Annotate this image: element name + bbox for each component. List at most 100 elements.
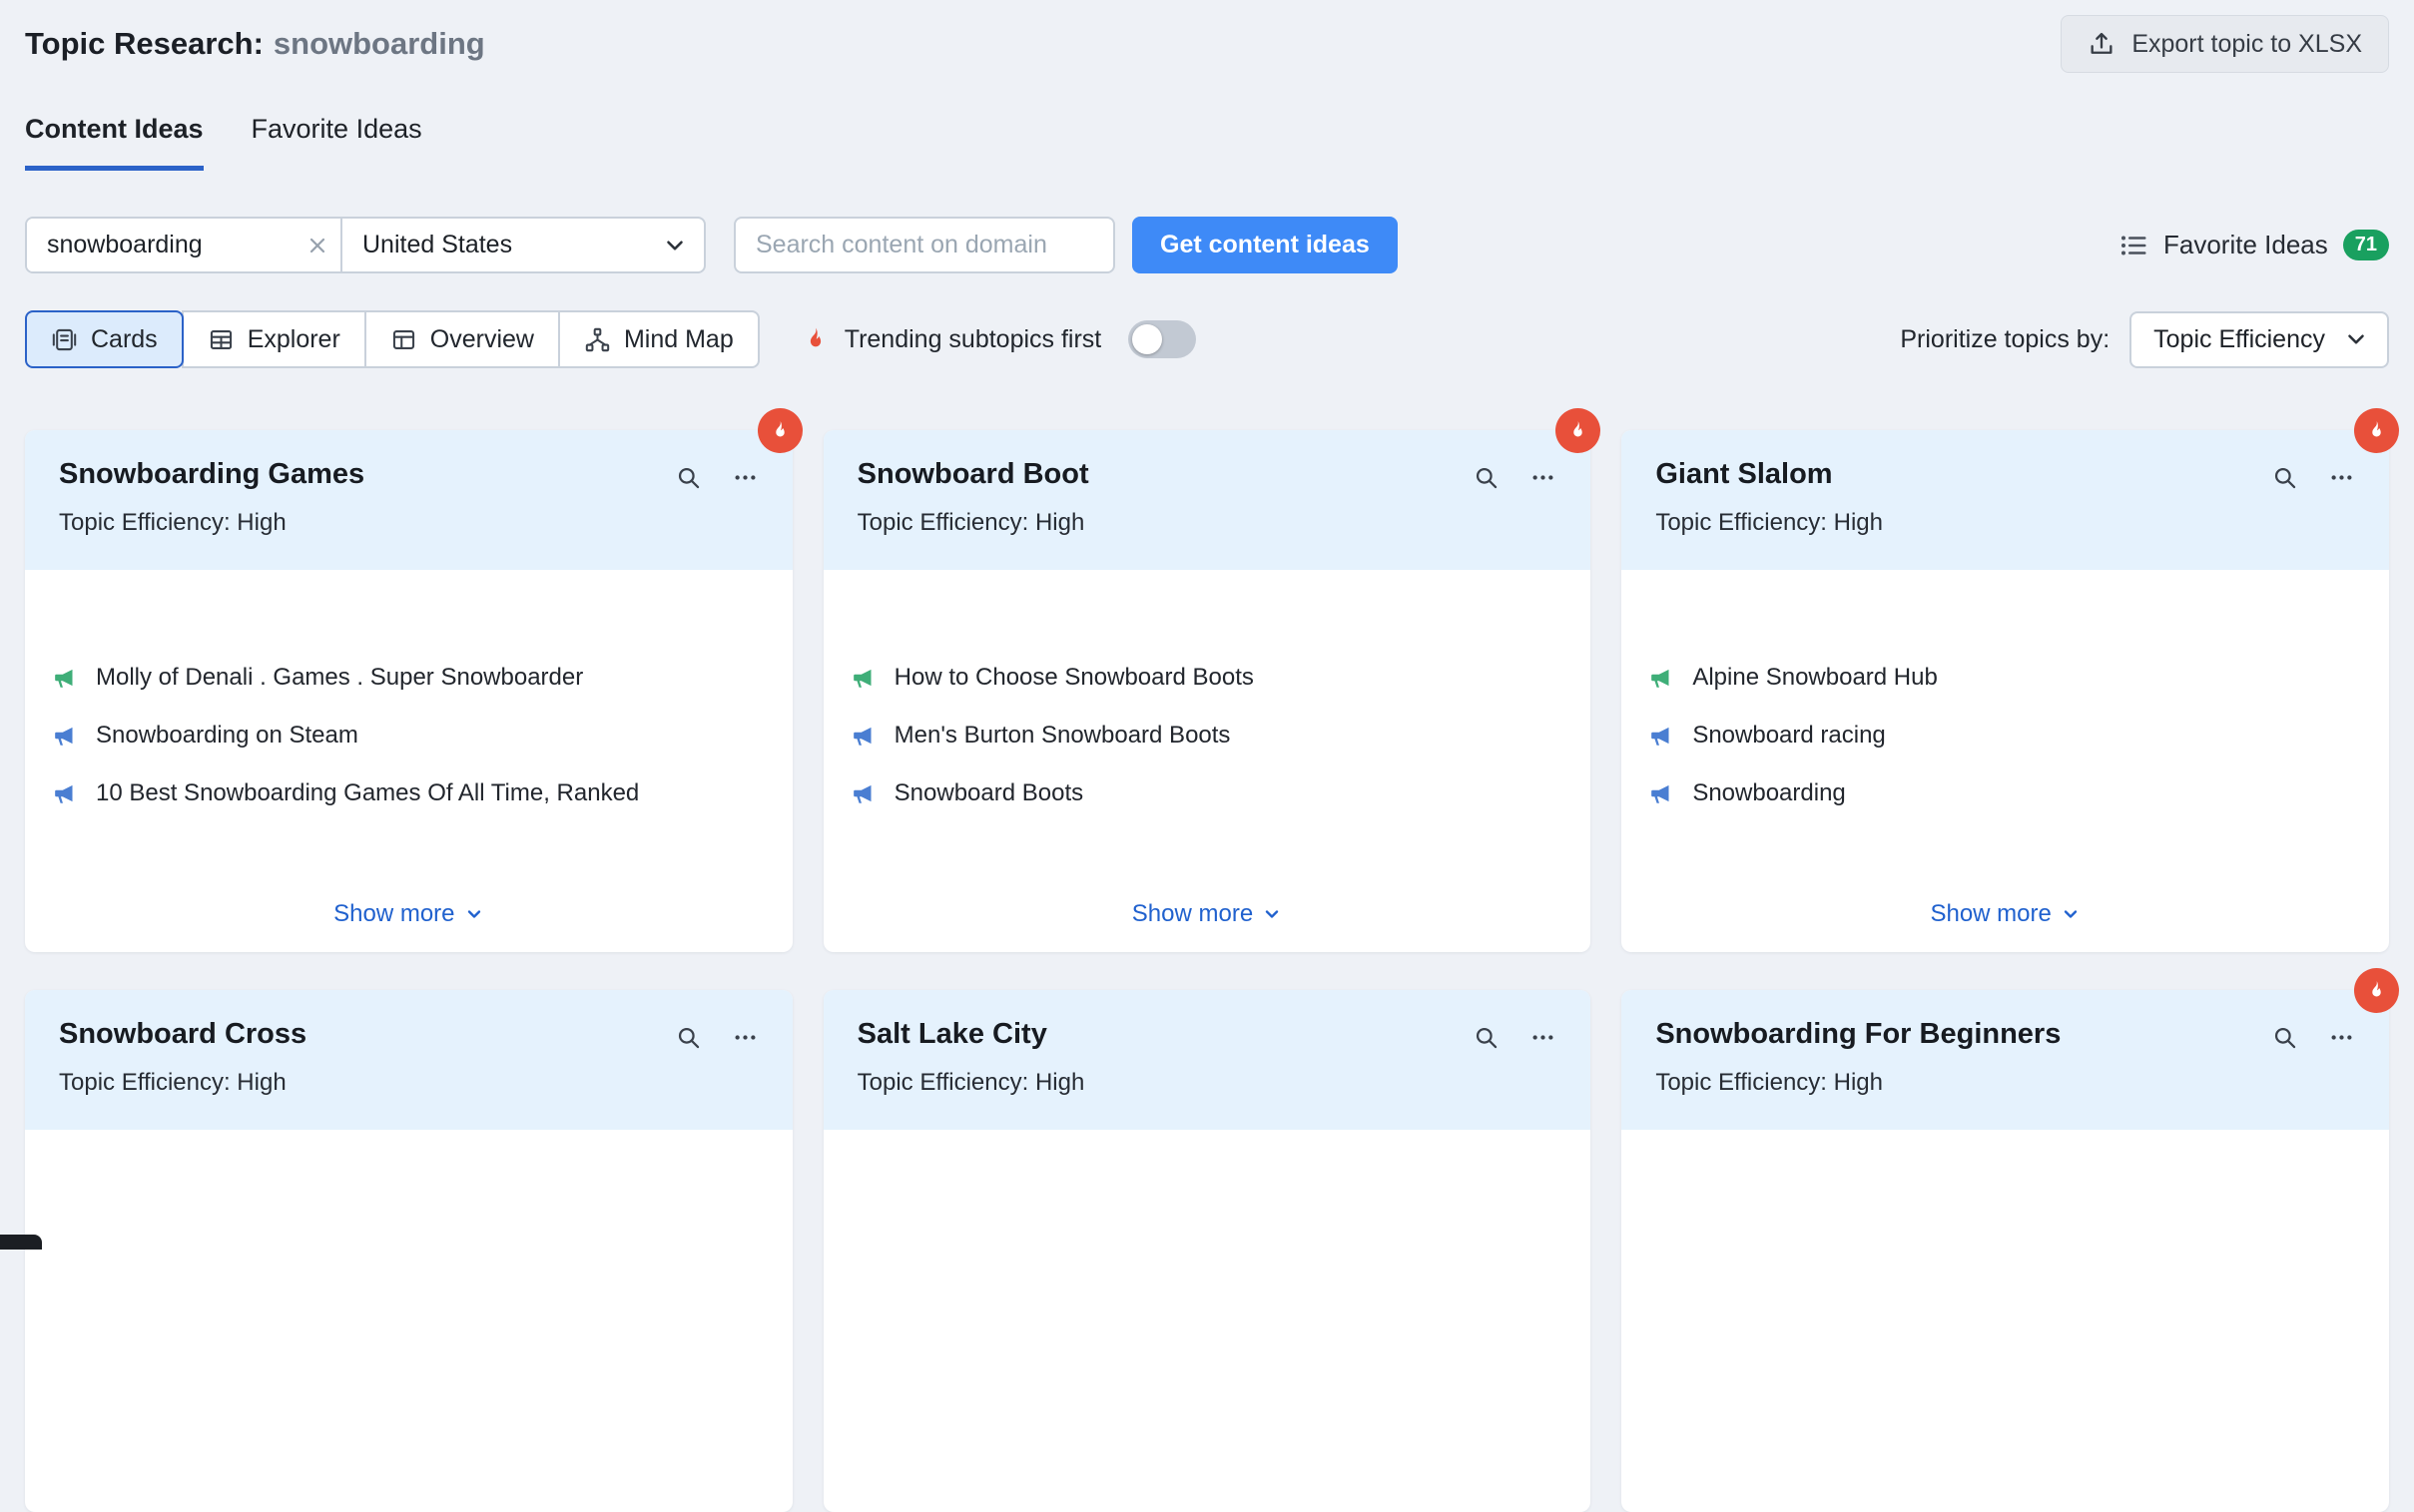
prioritize-control: Prioritize topics by: Topic Efficiency: [1900, 311, 2389, 368]
view-mindmap-button[interactable]: Mind Map: [558, 310, 760, 368]
headline-item[interactable]: Snowboarding on Steam: [53, 722, 759, 750]
trending-toggle[interactable]: [1128, 320, 1196, 358]
prioritize-select[interactable]: Topic Efficiency: [2129, 311, 2389, 368]
card-body: Alpine Snowboard Hub Snowboard racing Sn…: [1621, 570, 2389, 952]
item-label: 10 Best Snowboarding Games Of All Time, …: [96, 779, 639, 807]
item-label: Alpine Snowboard Hub: [1692, 664, 1938, 692]
view-mindmap-label: Mind Map: [624, 325, 734, 354]
item-label: Men's Burton Snowboard Boots: [895, 722, 1231, 750]
card-items: Molly of Denali . Games . Super Snowboar…: [25, 570, 793, 807]
card-search-icon[interactable]: [1473, 464, 1500, 491]
trending-control: Trending subtopics first: [802, 320, 1197, 358]
tab-favorite-ideas[interactable]: Favorite Ideas: [252, 112, 422, 171]
card-title[interactable]: Snowboard Boot: [858, 458, 1089, 491]
overview-view-icon: [390, 326, 417, 353]
trending-badge: [2354, 408, 2399, 453]
card-search-icon[interactable]: [675, 464, 702, 491]
topic-card: Snowboard Boot Topic Efficiency: High Ho…: [824, 430, 1591, 952]
card-header-text: Snowboarding For Beginners Topic Efficie…: [1655, 1018, 2061, 1130]
topic-card: Snowboarding Games Topic Efficiency: Hig…: [25, 430, 793, 952]
export-button[interactable]: Export topic to XLSX: [2061, 15, 2389, 73]
view-cards-button[interactable]: Cards: [25, 310, 184, 368]
headline-item[interactable]: Snowboard racing: [1649, 722, 2355, 750]
trending-badge: [1555, 408, 1600, 453]
flame-icon: [2365, 979, 2388, 1002]
show-more-label: Show more: [1930, 900, 2051, 928]
card-search-icon[interactable]: [2271, 464, 2298, 491]
card-menu-icon[interactable]: [1529, 1024, 1556, 1051]
card-header: Snowboard Boot Topic Efficiency: High: [824, 430, 1591, 570]
card-efficiency: Topic Efficiency: High: [1655, 1069, 2061, 1097]
card-search-icon[interactable]: [1473, 1024, 1500, 1051]
search-row: United States Get content ideas Favorite…: [25, 217, 2389, 273]
card-search-icon[interactable]: [2271, 1024, 2298, 1051]
card-search-icon[interactable]: [675, 1024, 702, 1051]
topic-card: Salt Lake City Topic Efficiency: High: [824, 990, 1591, 1512]
trending-badge: [2354, 968, 2399, 1013]
card-menu-icon[interactable]: [732, 464, 759, 491]
clear-icon[interactable]: [295, 219, 340, 271]
flame-icon: [802, 325, 830, 353]
chevron-down-icon: [662, 233, 688, 258]
headline-item[interactable]: Alpine Snowboard Hub: [1649, 664, 2355, 692]
topic-card: Snowboarding For Beginners Topic Efficie…: [1621, 990, 2389, 1512]
page-title-topic: snowboarding: [274, 26, 485, 61]
card-items: Alpine Snowboard Hub Snowboard racing Sn…: [1621, 570, 2389, 807]
card-menu-icon[interactable]: [2328, 1024, 2355, 1051]
favorite-ideas-link[interactable]: Favorite Ideas 71: [2118, 230, 2389, 260]
card-actions: [675, 1018, 759, 1130]
card-body: [25, 1130, 793, 1512]
headline-item[interactable]: Molly of Denali . Games . Super Snowboar…: [53, 664, 759, 692]
view-cards-label: Cards: [91, 325, 158, 354]
headline-item[interactable]: 10 Best Snowboarding Games Of All Time, …: [53, 779, 759, 807]
get-content-ideas-button[interactable]: Get content ideas: [1132, 217, 1398, 273]
view-overview-button[interactable]: Overview: [364, 310, 560, 368]
chevron-down-icon: [2343, 326, 2369, 352]
card-body: [824, 1130, 1591, 1512]
chevron-down-icon: [2061, 904, 2081, 924]
card-title[interactable]: Snowboarding For Beginners: [1655, 1018, 2061, 1051]
show-more-link[interactable]: Show more: [1930, 900, 2080, 928]
trending-label: Trending subtopics first: [845, 325, 1102, 354]
show-more-link[interactable]: Show more: [1132, 900, 1282, 928]
topic-research-page: Topic Research:snowboarding Export topic…: [0, 0, 2414, 1250]
card-efficiency: Topic Efficiency: High: [858, 509, 1089, 537]
headline-item[interactable]: Men's Burton Snowboard Boots: [852, 722, 1557, 750]
card-title[interactable]: Giant Slalom: [1655, 458, 1883, 491]
bottom-widget[interactable]: [0, 1235, 42, 1250]
card-header-text: Snowboard Boot Topic Efficiency: High: [858, 458, 1089, 570]
card-title[interactable]: Snowboarding Games: [59, 458, 364, 491]
headline-item[interactable]: How to Choose Snowboard Boots: [852, 664, 1557, 692]
card-items: How to Choose Snowboard Boots Men's Burt…: [824, 570, 1591, 807]
megaphone-icon: [53, 780, 79, 806]
card-efficiency: Topic Efficiency: High: [59, 1069, 306, 1097]
headline-item[interactable]: Snowboarding: [1649, 779, 2355, 807]
card-title[interactable]: Snowboard Cross: [59, 1018, 306, 1051]
card-menu-icon[interactable]: [732, 1024, 759, 1051]
topic-card: Giant Slalom Topic Efficiency: High Alpi…: [1621, 430, 2389, 952]
favorites-label: Favorite Ideas: [2163, 230, 2328, 260]
card-header: Snowboarding For Beginners Topic Efficie…: [1621, 990, 2389, 1130]
query-group: United States: [25, 217, 706, 273]
megaphone-icon: [53, 665, 79, 691]
card-actions: [1473, 458, 1556, 570]
megaphone-icon: [1649, 723, 1675, 749]
card-menu-icon[interactable]: [1529, 464, 1556, 491]
show-more-link[interactable]: Show more: [333, 900, 483, 928]
card-header: Salt Lake City Topic Efficiency: High: [824, 990, 1591, 1130]
tab-content-ideas[interactable]: Content Ideas: [25, 112, 204, 171]
chevron-down-icon: [464, 904, 484, 924]
headline-item[interactable]: Snowboard Boots: [852, 779, 1557, 807]
card-efficiency: Topic Efficiency: High: [858, 1069, 1085, 1097]
country-select[interactable]: United States: [342, 219, 704, 271]
item-label: Molly of Denali . Games . Super Snowboar…: [96, 664, 583, 692]
card-menu-icon[interactable]: [2328, 464, 2355, 491]
topic-search-input[interactable]: [27, 219, 295, 271]
domain-search-input[interactable]: [734, 217, 1115, 273]
item-label: Snowboarding: [1692, 779, 1845, 807]
card-title[interactable]: Salt Lake City: [858, 1018, 1085, 1051]
view-explorer-button[interactable]: Explorer: [182, 310, 366, 368]
favorites-list-icon: [2118, 231, 2148, 260]
flame-icon: [769, 419, 792, 442]
item-label: How to Choose Snowboard Boots: [895, 664, 1254, 692]
